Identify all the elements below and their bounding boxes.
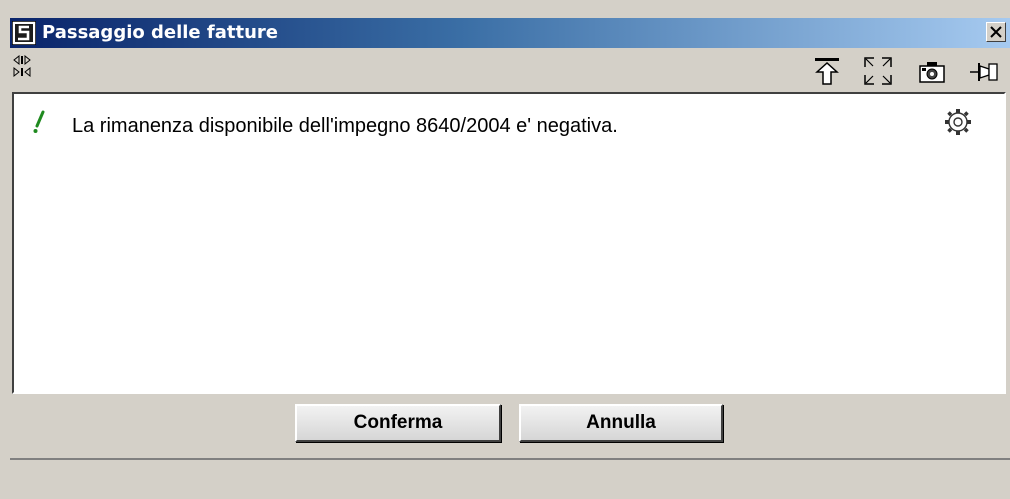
arrows-toggle-icon[interactable] [12, 55, 36, 79]
expand-icon[interactable] [863, 56, 893, 86]
dialog-window: Passaggio delle fatture La rimanenza dis… [0, 0, 1010, 499]
camera-icon[interactable] [918, 60, 946, 84]
app-logo-icon [12, 21, 36, 45]
gear-icon[interactable] [943, 107, 973, 137]
message-text: La rimanenza disponibile dell'impegno 86… [72, 115, 618, 137]
cancel-button[interactable]: Annulla [519, 404, 723, 442]
window-title: Passaggio delle fatture [42, 22, 278, 43]
status-bar [10, 458, 1010, 499]
confirm-button[interactable]: Conferma [295, 404, 501, 442]
toolbar [10, 48, 1010, 92]
unpin-icon[interactable] [969, 60, 999, 84]
exclamation-mark-icon [33, 110, 45, 133]
pin-top-icon[interactable] [814, 56, 840, 86]
close-icon [990, 26, 1002, 38]
close-button[interactable] [986, 22, 1006, 42]
